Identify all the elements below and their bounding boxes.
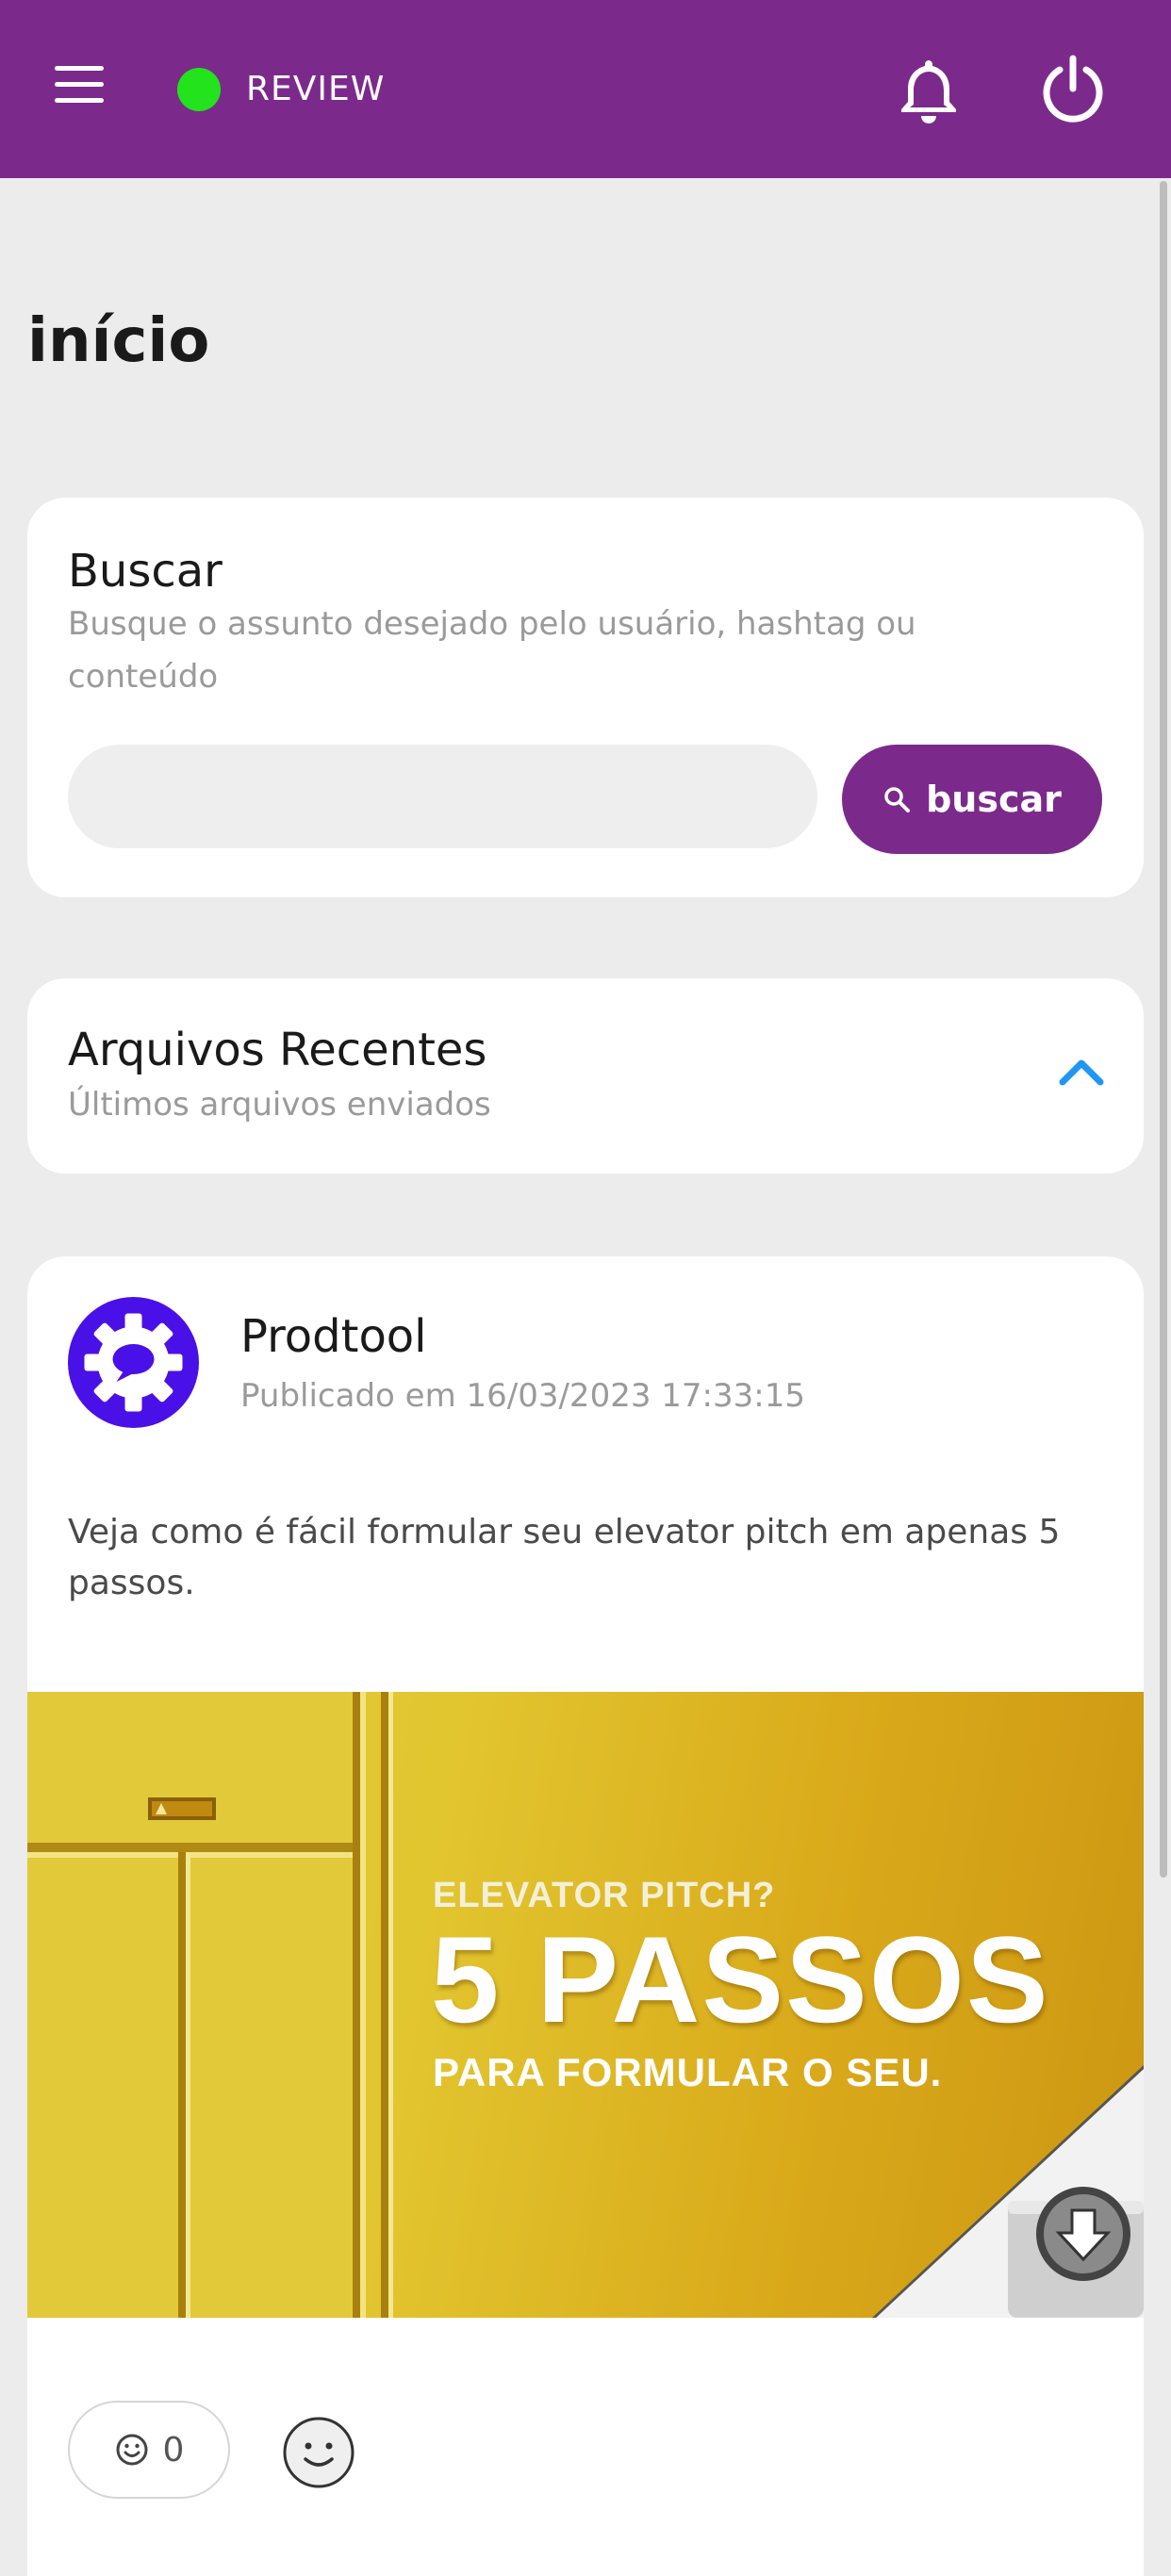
scrollbar[interactable] — [1160, 181, 1167, 1878]
search-subtitle: Busque o assunto desejado pelo usuário, … — [68, 605, 916, 696]
environment-label: REVIEW — [246, 70, 386, 108]
search-icon — [884, 787, 911, 812]
status-indicator — [177, 68, 221, 111]
search-button[interactable]: buscar — [842, 745, 1102, 854]
recent-files-title: Arquivos Recentes — [68, 1024, 487, 1076]
search-card: Buscar Busque o assunto desejado pelo us… — [27, 498, 1144, 897]
image-line-3: PARA FORMULAR O SEU. — [433, 2050, 943, 2094]
search-input[interactable] — [68, 745, 817, 848]
search-button-label: buscar — [926, 779, 1062, 820]
chevron-up-icon[interactable] — [1055, 1052, 1108, 1090]
image-line-2: 5 PASSOS — [431, 1911, 1050, 2048]
recent-files-card[interactable]: Arquivos Recentes Últimos arquivos envia… — [27, 978, 1144, 1173]
gear-chat-icon — [84, 1313, 183, 1412]
power-icon[interactable] — [1035, 53, 1111, 128]
hamburger-menu-icon[interactable] — [47, 58, 113, 115]
post-text: Veja como é fácil formular seu elevator … — [68, 1513, 1061, 1602]
post-card: Prodtool Publicado em 16/03/2023 17:33:1… — [27, 1256, 1144, 2576]
reaction-count-button[interactable]: 0 — [68, 2401, 230, 2499]
post-author[interactable]: Prodtool — [240, 1308, 427, 1365]
post-image[interactable]: ELEVATOR PITCH? 5 PASSOS PARA FORMULAR O… — [27, 1692, 1144, 2318]
top-app-bar: REVIEW — [0, 0, 1171, 178]
recent-files-subtitle: Últimos arquivos enviados — [68, 1086, 491, 1124]
add-reaction-icon[interactable] — [282, 2416, 355, 2489]
reaction-count: 0 — [162, 2430, 185, 2469]
post-date: Publicado em 16/03/2023 17:33:15 — [240, 1377, 805, 1415]
author-avatar[interactable] — [68, 1297, 199, 1428]
search-title: Buscar — [68, 545, 223, 598]
page-title: início — [27, 306, 210, 376]
smiley-icon — [116, 2434, 148, 2466]
bell-icon[interactable] — [891, 53, 966, 128]
